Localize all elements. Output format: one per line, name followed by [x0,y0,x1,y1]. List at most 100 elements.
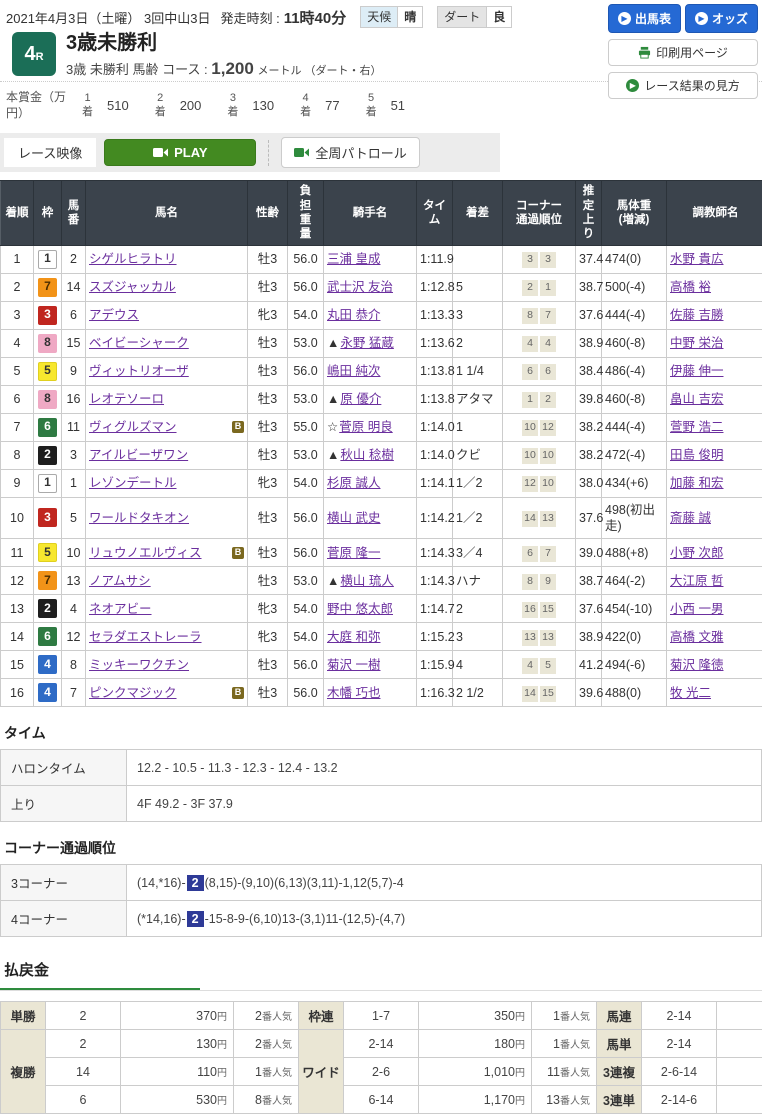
payout-popularity: 1番人気 [234,1058,299,1086]
horse-link[interactable]: ベイビーシャーク [89,336,189,350]
margin: アタマ [453,385,503,413]
column-header: コーナー 通過順位 [503,181,576,246]
payout-bet-type: 3連単 [597,1086,642,1114]
jockey-cell: 横山 武史 [324,497,417,539]
prize-item: 4着77 [300,92,339,118]
trainer-cell: 伊藤 伸一 [667,357,762,385]
entries-button[interactable]: ▶出馬表 [608,4,681,33]
horse-link[interactable]: ノアムサシ [89,574,151,588]
last-3f-time: 38.7 [576,273,602,301]
jockey-link[interactable]: 丸田 恭介 [327,308,380,322]
jockey-link[interactable]: 菅原 明良 [339,420,392,434]
trainer-link[interactable]: 小野 次郎 [670,546,723,560]
jockey-cell: 丸田 恭介 [324,301,417,329]
horse-name-cell: ヴィグルズマンB [86,413,248,441]
trainer-link[interactable]: 萱野 浩二 [670,420,723,434]
trainer-link[interactable]: 牧 光二 [670,686,711,700]
horse-link[interactable]: シゲルヒラトリ [89,252,177,266]
trainer-link[interactable]: 畠山 吉宏 [670,392,723,406]
trainer-link[interactable]: 大江原 哲 [670,574,723,588]
horse-link[interactable]: ヴィグルズマン [89,420,177,434]
last-3f-time: 38.2 [576,441,602,469]
corner3-position: 6 [522,364,538,380]
print-page-button[interactable]: 印刷用ページ [608,39,758,66]
highlighted-horse-number: 2 [187,875,204,891]
trainer-cell: 斎藤 誠 [667,497,762,539]
payout-amount: 180円 [419,1030,532,1058]
corner-positions: 1012 [503,413,576,441]
result-guide-button[interactable]: ▶ レース結果の見方 [608,72,758,99]
horse-link[interactable]: アイルビーザワン [89,448,188,462]
horse-link[interactable]: スズジャッカル [89,280,176,294]
trainer-link[interactable]: 加藤 和宏 [670,476,723,490]
horse-link[interactable]: セラダエストレーラ [89,630,202,644]
trainer-link[interactable]: 中野 栄治 [670,336,723,350]
sex-age: 牡3 [248,539,288,567]
jockey-link[interactable]: 原 優介 [340,392,381,406]
table-row: 1647ピンクマジックB牡356.0木幡 巧也1:16.32 1/2141539… [1,679,762,707]
payout-amount-value: 110 [197,1065,217,1079]
trainer-link[interactable]: 斎藤 誠 [670,511,711,525]
jockey-link[interactable]: 木幡 巧也 [327,686,380,700]
jockey-link[interactable]: 横山 武史 [327,511,380,525]
trainer-link[interactable]: 伊藤 伸一 [670,364,723,378]
horse-link[interactable]: アデウス [89,308,139,322]
horse-number: 11 [62,413,86,441]
horse-name-cell: ベイビーシャーク [86,329,248,357]
jockey-link[interactable]: 武士沢 友治 [327,280,393,294]
jockey-link[interactable]: 嶋田 純次 [327,364,380,378]
trainer-cell: 高橋 文雅 [667,623,762,651]
jockey-link[interactable]: 菊沢 一樹 [327,658,380,672]
jockey-link[interactable]: 横山 琉人 [340,574,393,588]
jockey-link[interactable]: 三浦 皇成 [327,252,380,266]
trainer-link[interactable]: 佐藤 吉勝 [670,308,723,322]
margin: 1 1/4 [453,357,503,385]
finish-time: 1:13.6 [417,329,453,357]
horse-weight: 460(-8) [602,329,667,357]
carried-weight: 54.0 [288,595,324,623]
horse-number: 1 [62,469,86,497]
horse-link[interactable]: リュウノエルヴィス [89,546,202,560]
jockey-link[interactable]: 菅原 隆一 [327,546,380,560]
jockey-link[interactable]: 野中 悠太郎 [327,602,393,616]
trainer-link[interactable]: 菊沢 隆徳 [670,658,723,672]
trainer-link[interactable]: 田島 俊明 [670,448,723,462]
finish-time: 1:13.3 [417,301,453,329]
trainer-link[interactable]: 高橋 裕 [670,280,711,294]
prize-amount: 51 [391,98,405,113]
jockey-cell: 木幡 巧也 [324,679,417,707]
payout-bet-type: 馬単 [597,1030,642,1058]
popularity-suffix: 番人気 [262,1040,292,1051]
horse-link[interactable]: ミッキーワクチン [89,658,189,672]
carried-weight: 54.0 [288,623,324,651]
last-3f-time: 38.7 [576,567,602,595]
corner-row-label: 3コーナー [1,865,127,901]
payout-combination: 2 [46,1002,121,1030]
jockey-link[interactable]: 秋山 稔樹 [340,448,393,462]
trainer-link[interactable]: 小西 一男 [670,602,723,616]
corner4-position: 10 [540,476,556,492]
trainer-link[interactable]: 水野 貴広 [670,252,723,266]
jockey-link[interactable]: 大庭 和弥 [327,630,380,644]
patrol-video-button[interactable]: 全周パトロール [281,137,419,168]
horse-number: 12 [62,623,86,651]
finish-time: 1:14.2 [417,497,453,539]
yen-suffix: 円 [217,1096,227,1107]
horse-number: 14 [62,273,86,301]
horse-link[interactable]: ヴィットリオーザ [89,364,189,378]
horse-link[interactable]: ネオアビー [89,602,152,616]
play-button[interactable]: PLAY [104,139,256,166]
horse-link[interactable]: ピンクマジック [89,686,177,700]
payout-amount: 530円 [121,1086,234,1114]
horse-link[interactable]: レオテソーロ [89,392,164,406]
margin: 4 [453,651,503,679]
last-3f-time: 41.2 [576,651,602,679]
horse-link[interactable]: ワールドタキオン [89,511,189,525]
horse-link[interactable]: レゾンデートル [89,476,177,490]
jockey-link[interactable]: 杉原 誠人 [327,476,380,490]
margin: 3／4 [453,539,503,567]
jockey-link[interactable]: 永野 猛蔵 [340,336,393,350]
trainer-link[interactable]: 高橋 文雅 [670,630,723,644]
corner4-position: 5 [540,658,556,674]
odds-button[interactable]: ▶オッズ [685,4,758,33]
